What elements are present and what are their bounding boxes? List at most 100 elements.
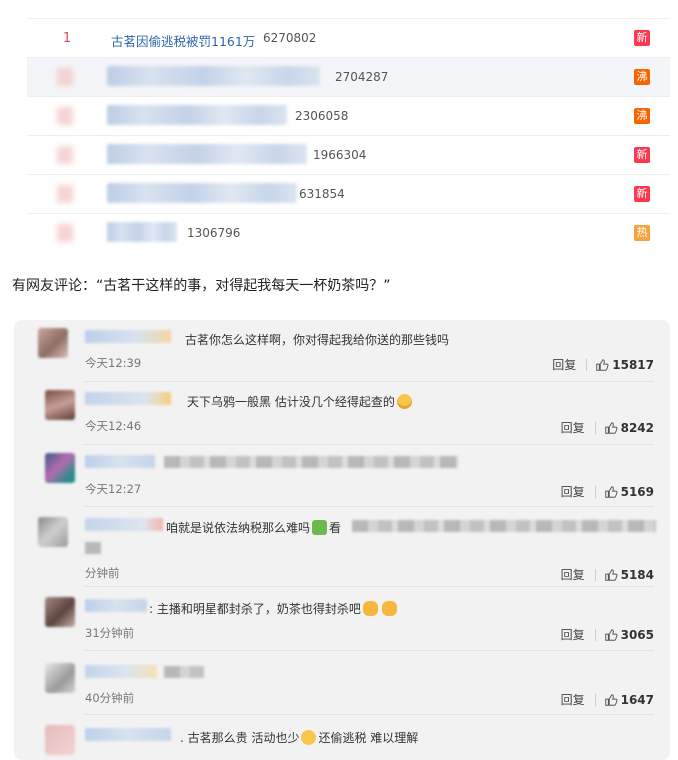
thumbs-up-icon[interactable] <box>604 628 618 642</box>
boil-badge: 沸 <box>634 108 650 124</box>
comment-item: 咱就是说依法纳税那么难吗看 分钟前 回复 5184 <box>14 507 670 587</box>
new-badge: 新 <box>634 147 650 163</box>
comment-text: . 古茗那么贵 活动也少 还偷逃税 难以理解 <box>180 730 419 745</box>
comment-text: 天下乌鸦一般黑 估计没几个经得起查的 <box>187 393 414 410</box>
topic-link-blurred[interactable] <box>107 105 287 125</box>
rank-number-blurred <box>57 224 73 242</box>
comment-actions: 回复 5169 <box>561 483 654 500</box>
avatar[interactable] <box>38 328 68 358</box>
username-blurred[interactable] <box>85 665 157 678</box>
rank-number-blurred <box>57 146 73 164</box>
smile-emoji-icon <box>396 394 412 409</box>
rank-number-blurred <box>57 68 73 86</box>
rank-number-blurred <box>57 107 73 125</box>
topic-link-blurred[interactable] <box>107 222 177 242</box>
avatar[interactable] <box>45 663 75 693</box>
reply-button[interactable]: 回复 <box>561 419 585 436</box>
username-blurred[interactable] <box>85 728 171 741</box>
comment-actions: 回复 3065 <box>561 626 654 643</box>
search-count: 6270802 <box>263 31 317 45</box>
topic-link-blurred[interactable] <box>107 144 307 164</box>
comment-item: 天下乌鸦一般黑 估计没几个经得起查的 今天12:46 回复 8242 <box>14 382 670 445</box>
like-count: 1647 <box>620 692 654 707</box>
comment-item: : 主播和明星都封杀了，奶茶也得封杀吧 31分钟前 回复 3065 <box>14 587 670 651</box>
like-count: 8242 <box>620 420 654 435</box>
thumbs-up-icon[interactable] <box>604 693 618 707</box>
hot-search-row[interactable]: 1 古茗因偷逃税被罚1161万 6270802 新 <box>27 19 670 58</box>
topic-link-blurred[interactable] <box>107 183 297 203</box>
comment-text-blurred <box>164 456 458 468</box>
comment-time: 40分钟前 <box>85 691 135 705</box>
comment-text: 古茗你怎么这样啊，你对得起我给你送的那些钱吗 <box>185 333 450 347</box>
hot-search-row[interactable]: 631854 新 <box>27 175 670 214</box>
avatar[interactable] <box>45 453 75 483</box>
boil-badge: 沸 <box>634 69 650 85</box>
comment-item: 今天12:27 回复 5169 <box>14 445 670 507</box>
new-badge: 新 <box>634 186 650 202</box>
cat-emoji-icon <box>362 601 378 616</box>
reply-button[interactable]: 回复 <box>561 566 585 583</box>
search-count: 2306058 <box>295 109 349 123</box>
rank-number: 1 <box>62 31 72 46</box>
comment-time: 今天12:27 <box>85 482 142 496</box>
avatar[interactable] <box>45 597 75 627</box>
avatar[interactable] <box>45 390 75 420</box>
divider <box>594 568 596 581</box>
comment-actions: 回复 8242 <box>561 419 654 436</box>
avatar[interactable] <box>38 517 68 547</box>
divider <box>594 693 596 706</box>
divider <box>594 485 596 498</box>
hot-search-row[interactable]: 2704287 沸 <box>27 58 670 97</box>
hot-search-row[interactable]: 1306796 热 <box>27 214 670 252</box>
comment-time: 今天12:39 <box>85 356 142 370</box>
comment-item: 古茗你怎么这样啊，你对得起我给你送的那些钱吗 今天12:39 回复 15817 <box>14 320 670 382</box>
divider <box>594 628 596 641</box>
username-blurred[interactable] <box>85 599 147 612</box>
reply-button[interactable]: 回复 <box>552 356 576 373</box>
new-badge: 新 <box>634 30 650 46</box>
like-count: 15817 <box>612 357 654 372</box>
thumbs-up-icon[interactable] <box>604 568 618 582</box>
reply-button[interactable]: 回复 <box>561 626 585 643</box>
search-count: 1306796 <box>187 226 241 240</box>
cat-emoji-icon <box>381 601 397 616</box>
comment-panel: 古茗你怎么这样啊，你对得起我给你送的那些钱吗 今天12:39 回复 15817 … <box>14 320 670 760</box>
intro-text: 有网友评论：“古茗干这样的事，对得起我每天一杯奶茶吗？” <box>12 278 391 294</box>
thumbs-up-icon[interactable] <box>604 421 618 435</box>
avatar[interactable] <box>45 725 75 755</box>
reply-button[interactable]: 回复 <box>561 691 585 708</box>
thumbs-up-icon[interactable] <box>604 485 618 499</box>
comment-text: 咱就是说依法纳税那么难吗看 <box>166 520 342 535</box>
topic-link-blurred[interactable] <box>107 66 320 86</box>
comment-text: : 主播和明星都封杀了，奶茶也得封杀吧 <box>149 600 399 617</box>
username-blurred[interactable] <box>85 518 163 531</box>
comment-actions: 回复 5184 <box>561 566 654 583</box>
search-count: 631854 <box>299 187 345 201</box>
username-blurred[interactable] <box>85 392 171 405</box>
like-count: 5184 <box>620 567 654 582</box>
comment-text-blurred <box>164 666 204 678</box>
hot-search-list: 1 古茗因偷逃税被罚1161万 6270802 新 2704287 沸 2306… <box>27 18 670 252</box>
thumbs-up-icon[interactable] <box>595 358 609 372</box>
comment-item: . 古茗那么贵 活动也少 还偷逃税 难以理解 <box>14 715 670 760</box>
search-count: 1966304 <box>313 148 367 162</box>
comment-time: 分钟前 <box>85 566 120 580</box>
username-blurred[interactable] <box>85 455 155 468</box>
divider <box>586 358 588 371</box>
comment-item: 40分钟前 回复 1647 <box>14 651 670 715</box>
comment-actions: 回复 15817 <box>552 356 654 373</box>
rank-number-blurred <box>57 185 73 203</box>
like-count: 5169 <box>620 484 654 499</box>
search-count: 2704287 <box>335 70 389 84</box>
comment-text-blurred <box>352 520 656 532</box>
like-count: 3065 <box>620 627 654 642</box>
topic-link[interactable]: 古茗因偷逃税被罚1161万 <box>111 31 255 50</box>
comment-time: 31分钟前 <box>85 626 135 640</box>
hot-search-row[interactable]: 2306058 沸 <box>27 97 670 136</box>
hot-search-row[interactable]: 1966304 新 <box>27 136 670 175</box>
comment-actions: 回复 1647 <box>561 691 654 708</box>
comment-text-blurred <box>85 542 101 554</box>
reply-button[interactable]: 回复 <box>561 483 585 500</box>
hot-badge: 热 <box>634 225 650 241</box>
username-blurred[interactable] <box>85 330 171 343</box>
